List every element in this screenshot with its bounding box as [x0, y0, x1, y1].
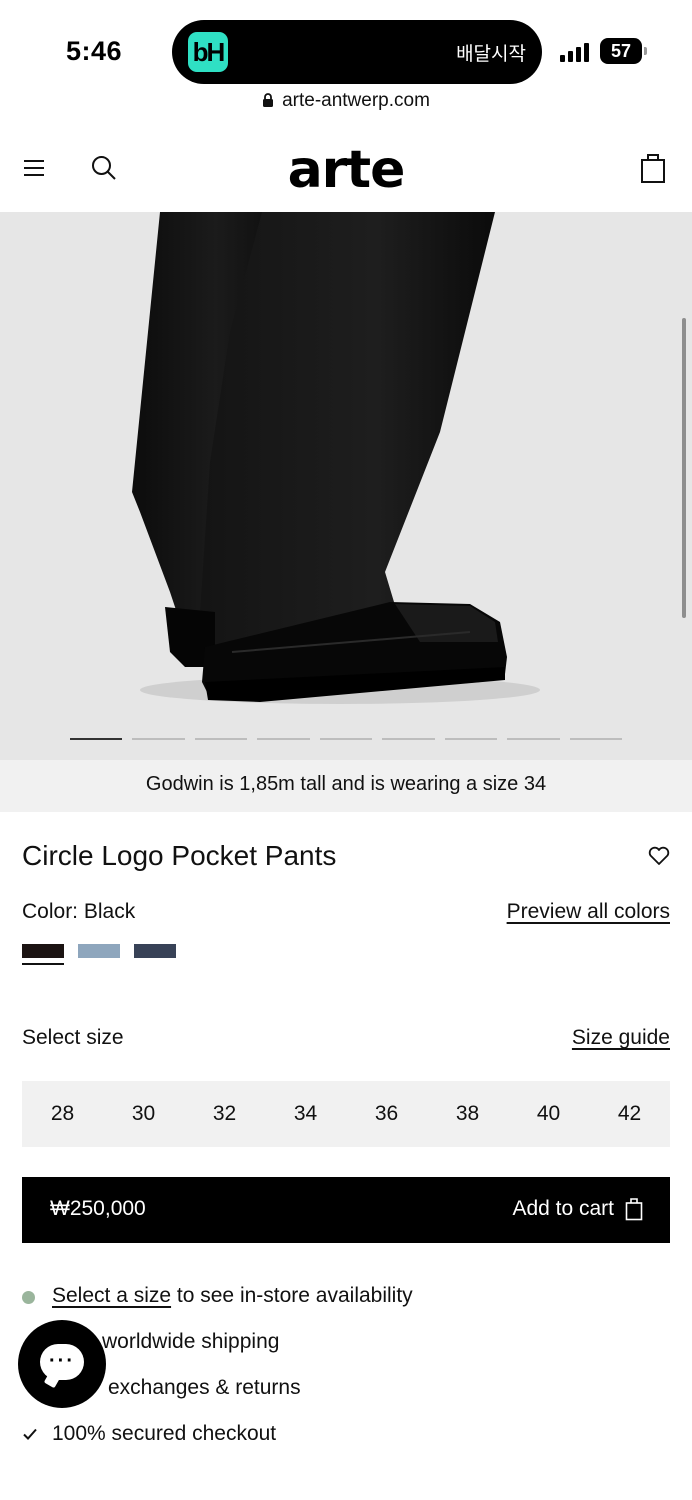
- gallery-dot[interactable]: [194, 738, 248, 740]
- shipping-row: worldwide shipping: [22, 1328, 670, 1374]
- shipping-text: worldwide shipping: [102, 1330, 280, 1353]
- product-image-gallery[interactable]: [0, 212, 692, 760]
- shopping-bag-icon[interactable]: [640, 152, 666, 184]
- page-scrollbar[interactable]: [682, 318, 686, 618]
- model-size-note: Godwin is 1,85m tall and is wearing a si…: [0, 760, 692, 812]
- size-option-34[interactable]: 34: [265, 1081, 346, 1147]
- delivery-status-text: 배달시작: [456, 43, 526, 65]
- gallery-pagination[interactable]: [70, 738, 622, 742]
- wishlist-heart-icon[interactable]: [648, 846, 670, 866]
- shopping-bag-icon: [625, 1198, 643, 1221]
- chat-bubble-icon: ···: [40, 1344, 84, 1380]
- color-swatch-light-blue[interactable]: [78, 944, 120, 958]
- chat-support-button[interactable]: ···: [18, 1320, 106, 1408]
- gallery-dot[interactable]: [70, 738, 123, 740]
- site-header: arte: [0, 130, 692, 212]
- gallery-dot[interactable]: [319, 738, 373, 740]
- select-size-link[interactable]: Select a size: [52, 1284, 171, 1307]
- brand-logo[interactable]: arte: [0, 140, 692, 200]
- address-bar[interactable]: arte-antwerp.com: [0, 90, 692, 120]
- gallery-dot[interactable]: [257, 738, 310, 740]
- size-option-38[interactable]: 38: [427, 1081, 508, 1147]
- product-photo: [132, 212, 540, 704]
- size-option-32[interactable]: 32: [184, 1081, 265, 1147]
- gallery-dot[interactable]: [444, 738, 498, 740]
- size-option-42[interactable]: 42: [589, 1081, 670, 1147]
- status-time: 5:46: [66, 36, 123, 66]
- size-option-30[interactable]: 30: [103, 1081, 184, 1147]
- gallery-dot[interactable]: [569, 738, 622, 740]
- add-to-cart-button[interactable]: ₩250,000 Add to cart: [22, 1177, 670, 1243]
- status-bar: 5:46 bH 배달시작 57: [0, 0, 692, 90]
- availability-text: to see in-store availability: [171, 1284, 413, 1307]
- dynamic-island: bH 배달시작: [172, 20, 542, 84]
- ellipsis-icon: ···: [49, 1350, 75, 1372]
- delivery-app-icon: bH: [188, 32, 228, 72]
- color-label: Color: Black: [22, 900, 136, 923]
- size-option-40[interactable]: 40: [508, 1081, 589, 1147]
- select-size-label: Select size: [22, 1026, 124, 1049]
- product-price: ₩250,000: [50, 1197, 146, 1220]
- gallery-dot[interactable]: [132, 738, 185, 740]
- size-option-28[interactable]: 28: [22, 1081, 103, 1147]
- url-text: arte-antwerp.com: [282, 90, 430, 111]
- returns-text: exchanges & returns: [108, 1376, 301, 1399]
- returns-row: exchanges & returns: [22, 1374, 670, 1420]
- check-icon: [23, 1428, 37, 1440]
- color-swatches: [22, 944, 176, 965]
- color-swatch-black[interactable]: [22, 944, 64, 965]
- size-guide-link[interactable]: Size guide: [572, 1026, 670, 1050]
- checkout-row: 100% secured checkout: [22, 1420, 670, 1466]
- gallery-dot[interactable]: [507, 738, 560, 740]
- availability-dot-icon: [22, 1291, 35, 1304]
- product-features: Select a size to see in-store availabili…: [22, 1282, 670, 1466]
- gallery-dot[interactable]: [382, 738, 435, 740]
- checkout-text: 100% secured checkout: [52, 1422, 277, 1445]
- signal-icon: [560, 42, 592, 62]
- battery-icon: 57: [600, 38, 647, 64]
- size-option-36[interactable]: 36: [346, 1081, 427, 1147]
- lock-icon: [263, 93, 274, 107]
- color-swatch-navy[interactable]: [134, 944, 176, 958]
- size-selector: 28 30 32 34 36 38 40 42: [22, 1081, 670, 1147]
- preview-all-colors-link[interactable]: Preview all colors: [507, 900, 670, 924]
- product-title: Circle Logo Pocket Pants: [22, 840, 337, 871]
- add-to-cart-label: Add to cart: [512, 1197, 614, 1220]
- store-availability-row: Select a size to see in-store availabili…: [22, 1282, 670, 1328]
